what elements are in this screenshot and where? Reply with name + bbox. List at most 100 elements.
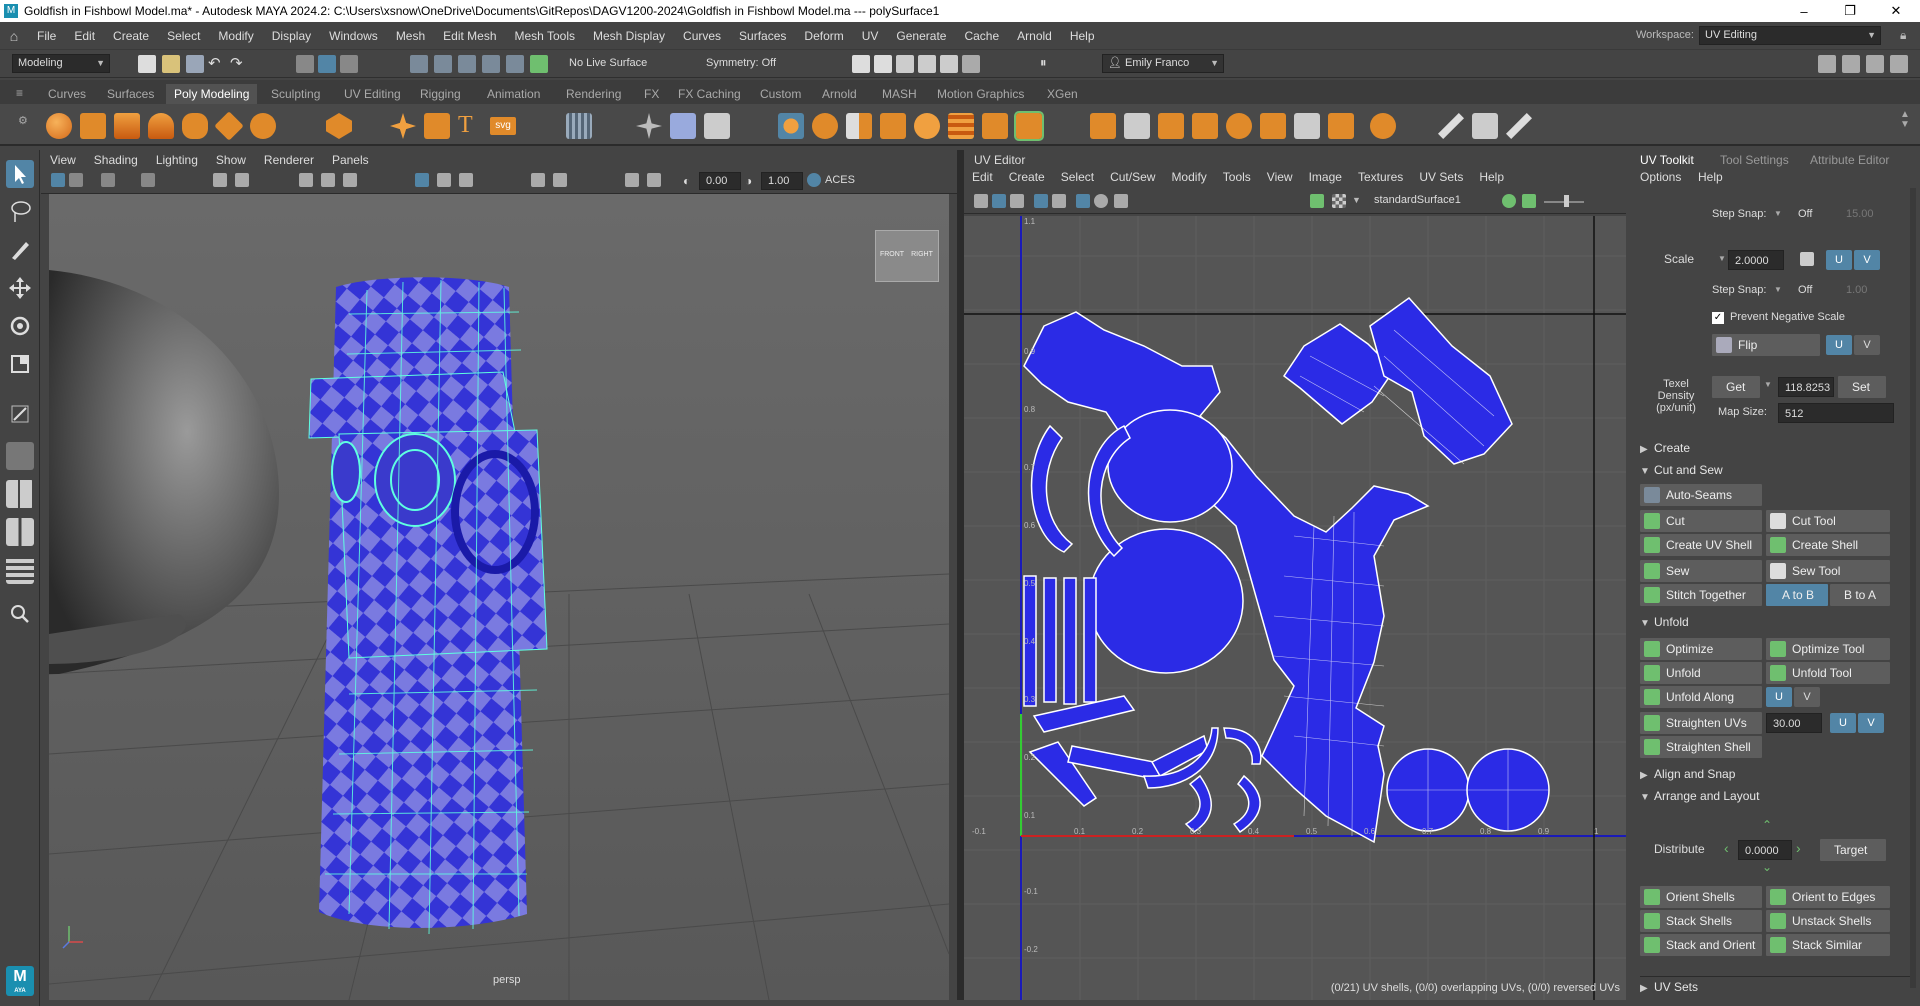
search-icon[interactable] xyxy=(6,600,34,628)
render-settings-icon[interactable] xyxy=(896,55,914,73)
undo-icon[interactable]: ↶ xyxy=(208,54,221,72)
shelf-options-icon[interactable]: ⚙ xyxy=(18,114,28,127)
smooth-icon[interactable] xyxy=(914,113,940,139)
chevron-down-icon[interactable]: ▼ xyxy=(1774,209,1782,218)
section-cut-and-sew[interactable]: ▼ Cut and Sew xyxy=(1640,460,1723,480)
chevron-down-icon[interactable]: ▼ xyxy=(1764,380,1772,389)
triangulate-icon[interactable] xyxy=(1328,113,1354,139)
uv-gamma-icon[interactable] xyxy=(1522,194,1536,208)
texel-set-button[interactable]: Set xyxy=(1838,376,1886,398)
wireframe-on-shaded-icon[interactable] xyxy=(343,173,357,187)
uv-menu-help[interactable]: Help xyxy=(1471,170,1512,188)
uv-exposure-icon[interactable] xyxy=(1502,194,1516,208)
delete-history-icon[interactable] xyxy=(704,113,730,139)
sculpt-brush-icon[interactable] xyxy=(1438,113,1464,139)
flip-v-button[interactable]: V xyxy=(1854,335,1880,355)
hypershade-icon[interactable] xyxy=(918,55,936,73)
textured-icon[interactable] xyxy=(415,173,429,187)
new-scene-icon[interactable] xyxy=(138,55,156,73)
toolkit-menu-options[interactable]: Options xyxy=(1640,170,1681,184)
move-tool-icon[interactable] xyxy=(6,274,34,302)
shelf-tab-sculpting[interactable]: Sculpting xyxy=(263,84,328,104)
crease-icon[interactable] xyxy=(1370,113,1396,139)
flip-button[interactable]: Flip xyxy=(1712,334,1820,356)
xray-icon[interactable] xyxy=(647,173,661,187)
auto-seams-button[interactable]: Auto-Seams xyxy=(1640,484,1762,506)
home-icon[interactable]: ⌂ xyxy=(0,28,28,44)
unfold-along-u-button[interactable]: U xyxy=(1766,687,1792,707)
menu-uv[interactable]: UV xyxy=(853,22,888,50)
menu-mesh-tools[interactable]: Mesh Tools xyxy=(506,22,584,50)
unfold-along-button[interactable]: Unfold Along xyxy=(1640,686,1762,708)
lattice-icon[interactable] xyxy=(1472,113,1498,139)
isolate-select-icon[interactable] xyxy=(625,173,639,187)
pause-icon[interactable]: ⏸ xyxy=(1040,55,1047,71)
uv-image-display-icon[interactable] xyxy=(1310,194,1324,208)
chevron-down-icon[interactable]: ▼ xyxy=(1774,285,1782,294)
viewport-menu-panels[interactable]: Panels xyxy=(323,153,378,167)
step-snap2-value[interactable]: Off xyxy=(1798,284,1812,296)
stack-and-orient-button[interactable]: Stack and Orient xyxy=(1640,934,1762,956)
snap-grid-icon[interactable] xyxy=(410,55,428,73)
texture-name[interactable]: standardSurface1 xyxy=(1374,194,1461,206)
paint-weights-icon[interactable] xyxy=(1506,113,1532,139)
grid-toggle-icon[interactable] xyxy=(213,173,227,187)
camera-attributes-icon[interactable] xyxy=(69,173,83,187)
poly-disc-icon[interactable] xyxy=(250,113,276,139)
optimize-button[interactable]: Optimize xyxy=(1640,638,1762,660)
gamma-field[interactable]: 1.00 xyxy=(761,172,803,190)
shelf-tab-surfaces[interactable]: Surfaces xyxy=(99,84,162,104)
straighten-angle-field[interactable]: 30.00 xyxy=(1766,713,1822,733)
center-pivot-icon[interactable] xyxy=(636,113,662,139)
menu-generate[interactable]: Generate xyxy=(887,22,955,50)
workspace-dropdown[interactable]: UV Editing ▼ xyxy=(1699,26,1881,45)
shelf-tab-rigging[interactable]: Rigging xyxy=(412,84,469,104)
image-plane-icon[interactable] xyxy=(141,173,155,187)
uv-distortion-icon[interactable] xyxy=(1010,194,1024,208)
section-uv-sets[interactable]: ▶ UV Sets xyxy=(1640,976,1910,996)
viewport-menu-lighting[interactable]: Lighting xyxy=(147,153,207,167)
render-setup-icon[interactable] xyxy=(962,55,980,73)
cut-tool-button[interactable]: Cut Tool xyxy=(1766,510,1890,532)
unfold-along-v-button[interactable]: V xyxy=(1794,687,1820,707)
extract-icon[interactable] xyxy=(1192,113,1218,139)
poly-cylinder-icon[interactable] xyxy=(114,113,140,139)
unstack-shells-button[interactable]: Unstack Shells xyxy=(1766,910,1890,932)
distribute-down-icon[interactable]: ⌄ xyxy=(1762,860,1772,874)
menu-mesh-display[interactable]: Mesh Display xyxy=(584,22,674,50)
fill-hole-icon[interactable] xyxy=(1158,113,1184,139)
shelf-menu-icon[interactable]: ≡ xyxy=(16,86,23,100)
create-uv-shell-button[interactable]: Create UV Shell xyxy=(1640,534,1762,556)
shelf-tab-fx[interactable]: FX xyxy=(636,84,667,104)
shelf-tab-xgen[interactable]: XGen xyxy=(1039,84,1086,104)
menu-modify[interactable]: Modify xyxy=(209,22,262,50)
snap-view-icon[interactable] xyxy=(482,55,500,73)
select-component-icon[interactable] xyxy=(340,55,358,73)
select-camera-icon[interactable] xyxy=(51,173,65,187)
uv-grid-display-icon[interactable] xyxy=(1076,194,1090,208)
uv-menu-edit[interactable]: Edit xyxy=(964,170,1001,188)
b-to-a-button[interactable]: B to A xyxy=(1830,584,1890,606)
lock-icon[interactable]: 🔒︎ xyxy=(1900,28,1906,43)
toolkit-scrollbar[interactable] xyxy=(1910,188,1916,988)
use-all-lights-icon[interactable] xyxy=(437,173,451,187)
wireframe-icon[interactable] xyxy=(299,173,313,187)
scale-field[interactable]: 2.0000 xyxy=(1728,250,1784,270)
super-shape-icon[interactable] xyxy=(390,113,416,139)
bevel-icon[interactable] xyxy=(846,113,872,139)
side-by-side-layout-icon[interactable] xyxy=(6,518,34,546)
tab-tool-settings[interactable]: Tool Settings xyxy=(1720,153,1789,167)
tool-settings-icon[interactable] xyxy=(1866,55,1884,73)
channel-box-icon[interactable] xyxy=(1890,55,1908,73)
poly-cone-icon[interactable] xyxy=(148,113,174,139)
uv-border-icon[interactable] xyxy=(1052,194,1066,208)
distribute-right-icon[interactable]: › xyxy=(1796,840,1801,856)
chevron-down-icon[interactable]: ▼ xyxy=(1718,254,1726,263)
shelf-tab-curves[interactable]: Curves xyxy=(40,84,94,104)
select-object-icon[interactable] xyxy=(318,55,336,73)
tab-uv-toolkit[interactable]: UV Toolkit xyxy=(1640,153,1694,167)
anti-aliasing-icon[interactable] xyxy=(553,173,567,187)
bridge-icon[interactable] xyxy=(812,113,838,139)
outliner-layout-icon[interactable] xyxy=(6,556,34,584)
shelf-tab-custom[interactable]: Custom xyxy=(752,84,809,104)
